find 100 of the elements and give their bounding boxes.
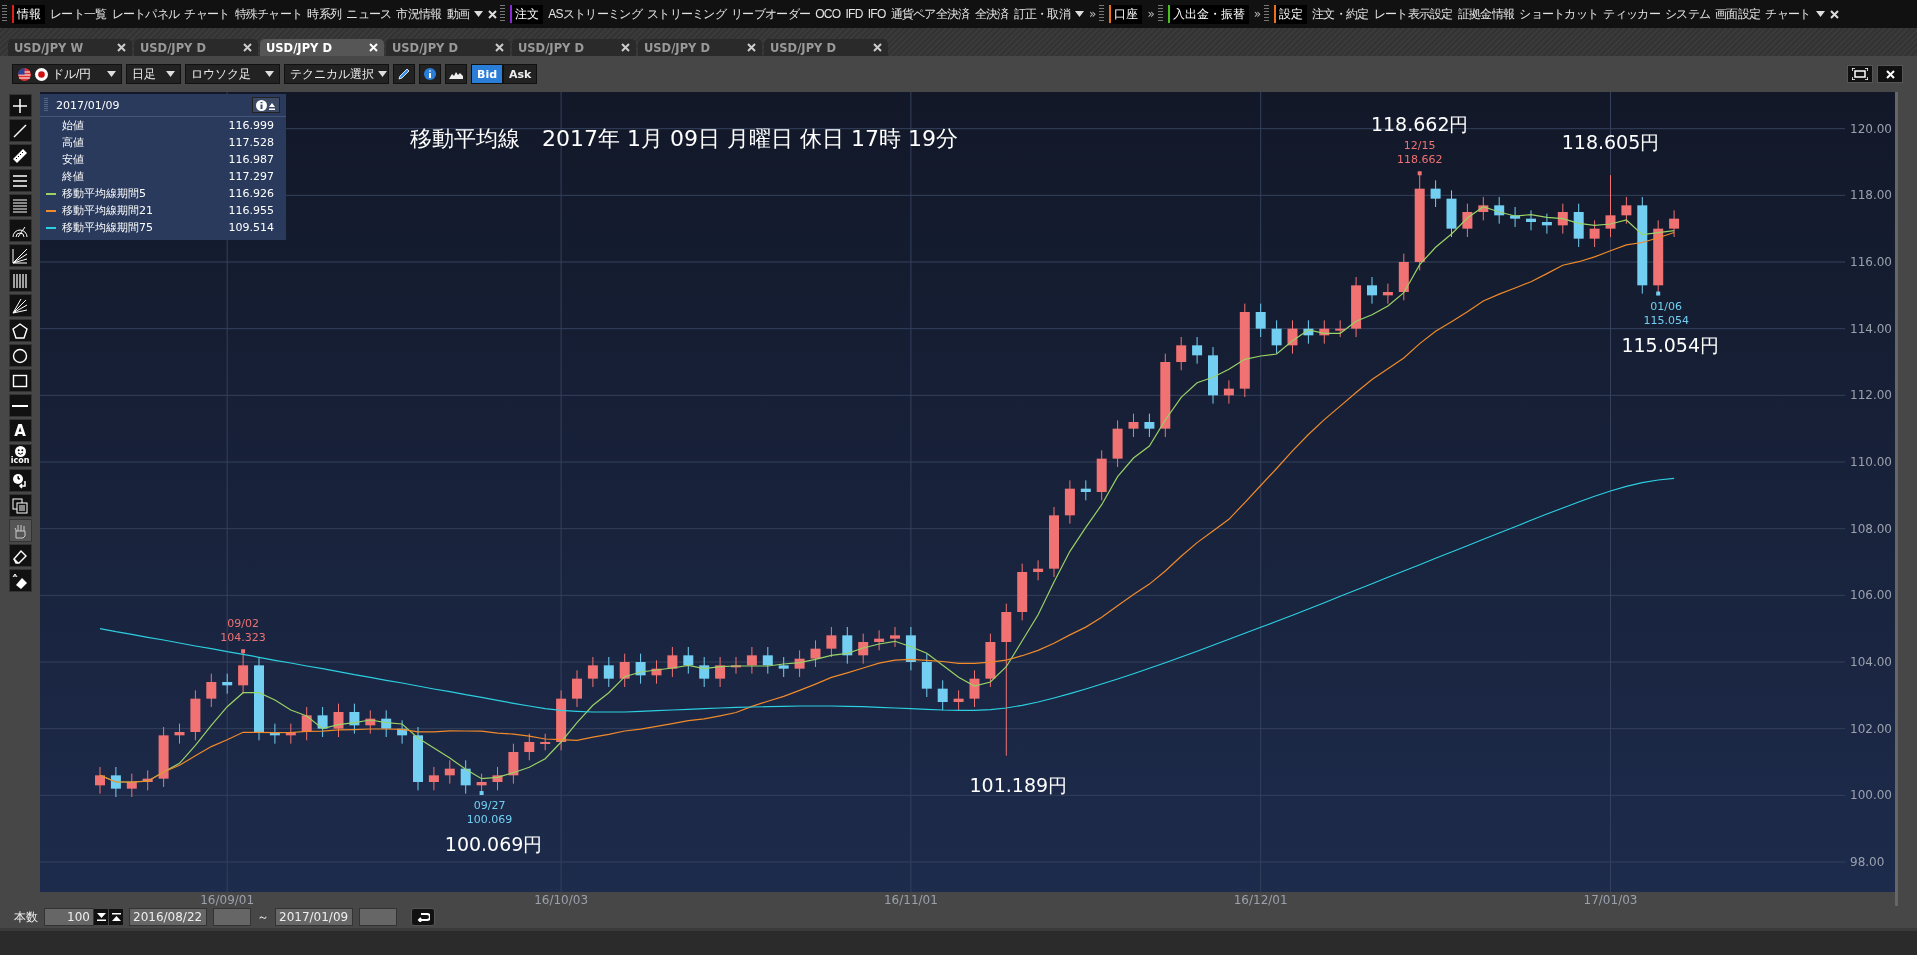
drawing-tool[interactable] bbox=[8, 369, 32, 392]
start-date-field[interactable]: 2016/08/22 bbox=[129, 908, 207, 926]
candlestick bbox=[937, 679, 948, 711]
chart-tab[interactable]: USD/JPY W bbox=[8, 39, 132, 56]
menu-group-label[interactable]: 口座 bbox=[1111, 4, 1143, 24]
overflow-chevron[interactable]: » bbox=[1253, 7, 1262, 21]
overflow-chevron[interactable]: » bbox=[1089, 7, 1097, 21]
candlestick bbox=[492, 766, 503, 791]
menu-item[interactable]: システム bbox=[1664, 5, 1711, 23]
y-axis-label: 104.00 bbox=[1850, 655, 1892, 669]
mountain-chart-button[interactable] bbox=[445, 64, 467, 84]
candlestick bbox=[778, 656, 789, 678]
menu-item[interactable]: レート一覧 bbox=[50, 5, 107, 23]
menu-item[interactable]: ティッカー bbox=[1603, 5, 1660, 23]
menu-group-label[interactable]: 入出金・振替 bbox=[1169, 4, 1249, 24]
menu-item[interactable]: ショートカット bbox=[1519, 5, 1599, 23]
menu-item[interactable]: ニュース bbox=[346, 5, 392, 23]
drawing-tool[interactable] bbox=[8, 544, 32, 567]
drawing-tool[interactable] bbox=[8, 244, 32, 267]
technical-dropdown[interactable]: テクニカル選択 bbox=[284, 64, 389, 84]
menu-item[interactable]: 画面設定 bbox=[1715, 5, 1761, 23]
return-button[interactable] bbox=[411, 908, 435, 926]
marker-price: 104.323 bbox=[220, 631, 266, 645]
end-date-field[interactable]: 2017/01/09 bbox=[275, 908, 353, 926]
menu-item[interactable]: 特殊チャート bbox=[234, 5, 303, 23]
x-axis-label: 17/01/03 bbox=[1583, 893, 1638, 906]
menu-item[interactable]: チャート bbox=[184, 5, 230, 23]
close-icon[interactable] bbox=[488, 9, 498, 19]
drawing-tool[interactable] bbox=[8, 269, 32, 292]
menu-item[interactable]: ASストリーミング bbox=[548, 5, 642, 23]
menu-group-label[interactable]: 情報 bbox=[14, 4, 45, 24]
info-collapse-button[interactable] bbox=[252, 97, 280, 113]
chart-tab[interactable]: USD/JPY D bbox=[134, 39, 258, 56]
y-axis-label: 120.00 bbox=[1850, 121, 1892, 136]
chart-tab[interactable]: USD/JPY D bbox=[764, 39, 888, 56]
marker-price: 115.054 bbox=[1643, 313, 1689, 327]
drawing-tool[interactable] bbox=[8, 469, 32, 492]
menu-item[interactable]: リーブオーダー bbox=[731, 5, 811, 23]
info-button[interactable] bbox=[419, 64, 441, 84]
drawing-tool[interactable] bbox=[8, 294, 32, 317]
menu-item[interactable]: 証拠金情報 bbox=[1457, 5, 1515, 23]
menu-item[interactable]: 時系列 bbox=[307, 5, 342, 23]
menu-item[interactable]: 注文・約定 bbox=[1312, 5, 1369, 23]
menu-item[interactable]: OCO bbox=[815, 7, 841, 21]
chart-type-dropdown[interactable]: ロウソク足 bbox=[185, 64, 280, 84]
chart-tab[interactable]: USD/JPY D bbox=[512, 39, 636, 56]
currency-dropdown[interactable]: ドル/円 bbox=[12, 64, 122, 84]
caret-icon[interactable] bbox=[1815, 11, 1825, 17]
marker-price: 100.069 bbox=[466, 813, 513, 827]
candlestick bbox=[1192, 336, 1203, 365]
menu-item[interactable]: 訂正・取消 bbox=[1013, 5, 1071, 23]
menu-item[interactable]: 全決済 bbox=[974, 5, 1009, 23]
decrement-button[interactable] bbox=[94, 909, 108, 925]
candlestick bbox=[158, 726, 169, 788]
caret-icon[interactable] bbox=[474, 11, 484, 17]
close-icon[interactable] bbox=[1829, 9, 1839, 19]
drawing-tool[interactable] bbox=[8, 394, 32, 417]
end-time-field[interactable] bbox=[359, 908, 397, 926]
menu-item[interactable]: IFO bbox=[867, 7, 886, 21]
menu-item[interactable]: IFD bbox=[845, 7, 863, 21]
close-icon bbox=[873, 43, 882, 52]
drawing-tool[interactable] bbox=[8, 94, 32, 117]
start-time-field[interactable] bbox=[213, 908, 251, 926]
chart-tab[interactable]: USD/JPY D bbox=[386, 39, 510, 56]
menu-item[interactable]: チャート bbox=[1765, 5, 1811, 23]
pencil-button[interactable] bbox=[393, 64, 415, 84]
menu-group-label[interactable]: 設定 bbox=[1276, 4, 1308, 24]
drawing-tool[interactable] bbox=[8, 569, 32, 592]
price-type-toggle[interactable]: Bid bbox=[471, 64, 504, 84]
menu-item[interactable]: ストリーミング bbox=[647, 5, 727, 23]
drawing-tool[interactable]: A bbox=[8, 419, 32, 442]
chart-tab[interactable]: USD/JPY D bbox=[638, 39, 762, 56]
menu-item[interactable]: レートパネル bbox=[111, 5, 180, 23]
close-button[interactable] bbox=[1877, 65, 1903, 83]
caret-icon[interactable] bbox=[1075, 11, 1085, 17]
menu-group-label[interactable]: 注文 bbox=[512, 4, 544, 24]
drawing-tool[interactable] bbox=[8, 219, 32, 242]
drawing-tool[interactable] bbox=[8, 344, 32, 367]
drawing-tool[interactable]: icon bbox=[8, 444, 32, 467]
candlestick bbox=[1049, 506, 1059, 578]
menu-item[interactable]: 動画 bbox=[446, 5, 470, 23]
horizontal-lines-icon bbox=[12, 197, 28, 214]
increment-button[interactable] bbox=[109, 909, 123, 925]
maximize-button[interactable] bbox=[1847, 65, 1873, 83]
pentagon-icon bbox=[12, 322, 28, 339]
drawing-tool[interactable] bbox=[8, 319, 32, 342]
chart-tab[interactable]: USD/JPY D bbox=[260, 39, 384, 56]
price-type-toggle[interactable]: Ask bbox=[503, 64, 538, 84]
candlestick bbox=[460, 759, 471, 795]
candlestick bbox=[1557, 203, 1568, 235]
drawing-tool[interactable] bbox=[8, 169, 32, 192]
menu-item[interactable]: レート表示設定 bbox=[1373, 5, 1453, 23]
overflow-chevron[interactable]: » bbox=[1147, 7, 1155, 21]
drawing-tool[interactable] bbox=[8, 119, 32, 142]
drawing-tool[interactable] bbox=[8, 144, 32, 167]
period-dropdown[interactable]: 日足 bbox=[126, 64, 181, 84]
menu-item[interactable]: 通貨ペア全決済 bbox=[890, 5, 970, 23]
extreme-marker bbox=[1417, 171, 1422, 176]
count-field[interactable]: 100 bbox=[44, 908, 94, 926]
menu-item[interactable]: 市況情報 bbox=[396, 5, 442, 23]
